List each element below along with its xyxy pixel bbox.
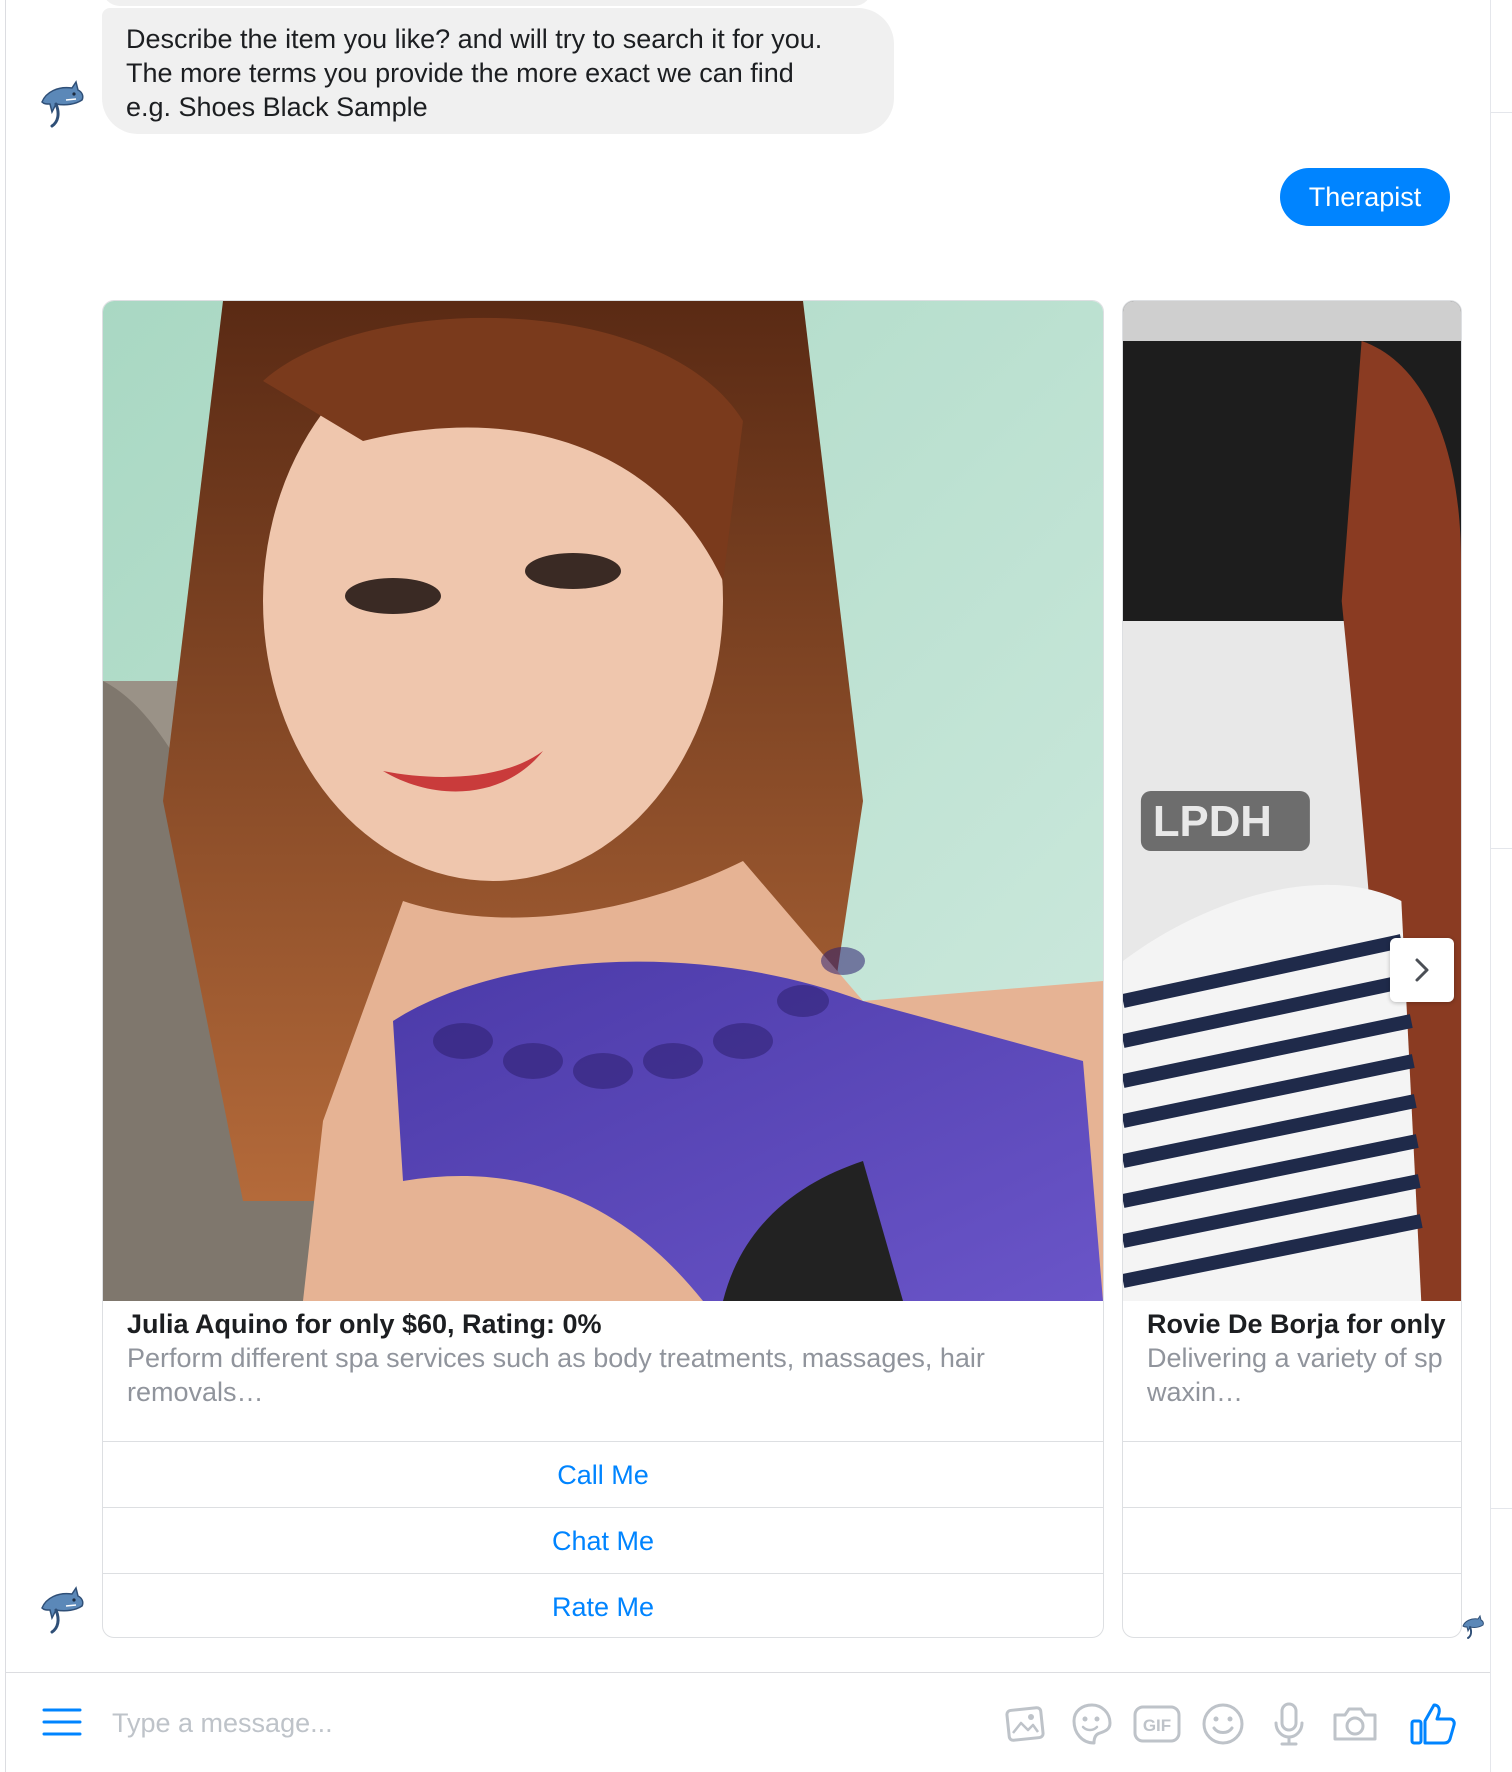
card-button[interactable]: [1123, 1441, 1461, 1507]
rate-me-button[interactable]: Rate Me: [103, 1573, 1103, 1637]
bot-message-bubble: Describe the item you like? and will try…: [102, 8, 894, 134]
sticker-icon[interactable]: [1066, 1699, 1116, 1749]
camera-icon[interactable]: [1330, 1699, 1380, 1749]
thumbs-up-icon[interactable]: [1408, 1699, 1458, 1749]
card-subtitle: Delivering a variety of sp waxin…: [1147, 1343, 1443, 1407]
carousel-next-button[interactable]: [1390, 938, 1454, 1002]
chat-me-button[interactable]: Chat Me: [103, 1507, 1103, 1573]
portrait-photo: [103, 301, 1103, 1301]
gif-icon[interactable]: GIF: [1132, 1699, 1182, 1749]
menu-icon[interactable]: [42, 1707, 82, 1737]
shark-icon: [41, 1586, 84, 1634]
message-composer: GIF: [6, 1672, 1490, 1772]
card-title: Rovie De Borja for only: [1147, 1309, 1446, 1339]
call-me-button[interactable]: Call Me: [103, 1441, 1103, 1507]
card-button[interactable]: [1123, 1507, 1461, 1573]
card-photo[interactable]: [103, 301, 1103, 1301]
carousel-card[interactable]: Julia Aquino for only $60, Rating: 0% Pe…: [102, 300, 1104, 1638]
window-right-edge: [1490, 0, 1512, 1772]
card-subtitle: Perform different spa services such as b…: [127, 1343, 985, 1407]
photo-text: LPDH: [1153, 797, 1272, 846]
portrait-photo: LPDH: [1123, 301, 1461, 1301]
bot-avatar[interactable]: [32, 1580, 88, 1636]
shark-icon: [41, 80, 84, 128]
card-photo[interactable]: LPDH: [1123, 301, 1461, 1301]
message-thread[interactable]: Describe the item you like? and will try…: [6, 0, 1490, 1672]
card-title: Julia Aquino for only $60, Rating: 0%: [127, 1309, 602, 1339]
user-message-bubble: Therapist: [1280, 168, 1450, 226]
emoji-icon[interactable]: [1198, 1699, 1248, 1749]
chevron-right-icon: [1415, 958, 1429, 982]
card-button[interactable]: [1123, 1573, 1461, 1637]
bot-message-line: e.g. Shoes Black Sample: [126, 92, 428, 122]
microphone-icon[interactable]: [1264, 1699, 1314, 1749]
read-receipt-avatar: [1458, 1612, 1486, 1640]
message-input[interactable]: [112, 1703, 852, 1743]
gif-label: GIF: [1143, 1716, 1171, 1735]
image-icon[interactable]: [1000, 1699, 1050, 1749]
bot-message-line: Describe the item you like? and will try…: [126, 24, 823, 54]
shark-icon: [1462, 1614, 1484, 1639]
previous-message-bubble: [102, 0, 872, 6]
bot-avatar[interactable]: [32, 74, 88, 130]
bot-message-line: The more terms you provide the more exac…: [126, 58, 794, 88]
